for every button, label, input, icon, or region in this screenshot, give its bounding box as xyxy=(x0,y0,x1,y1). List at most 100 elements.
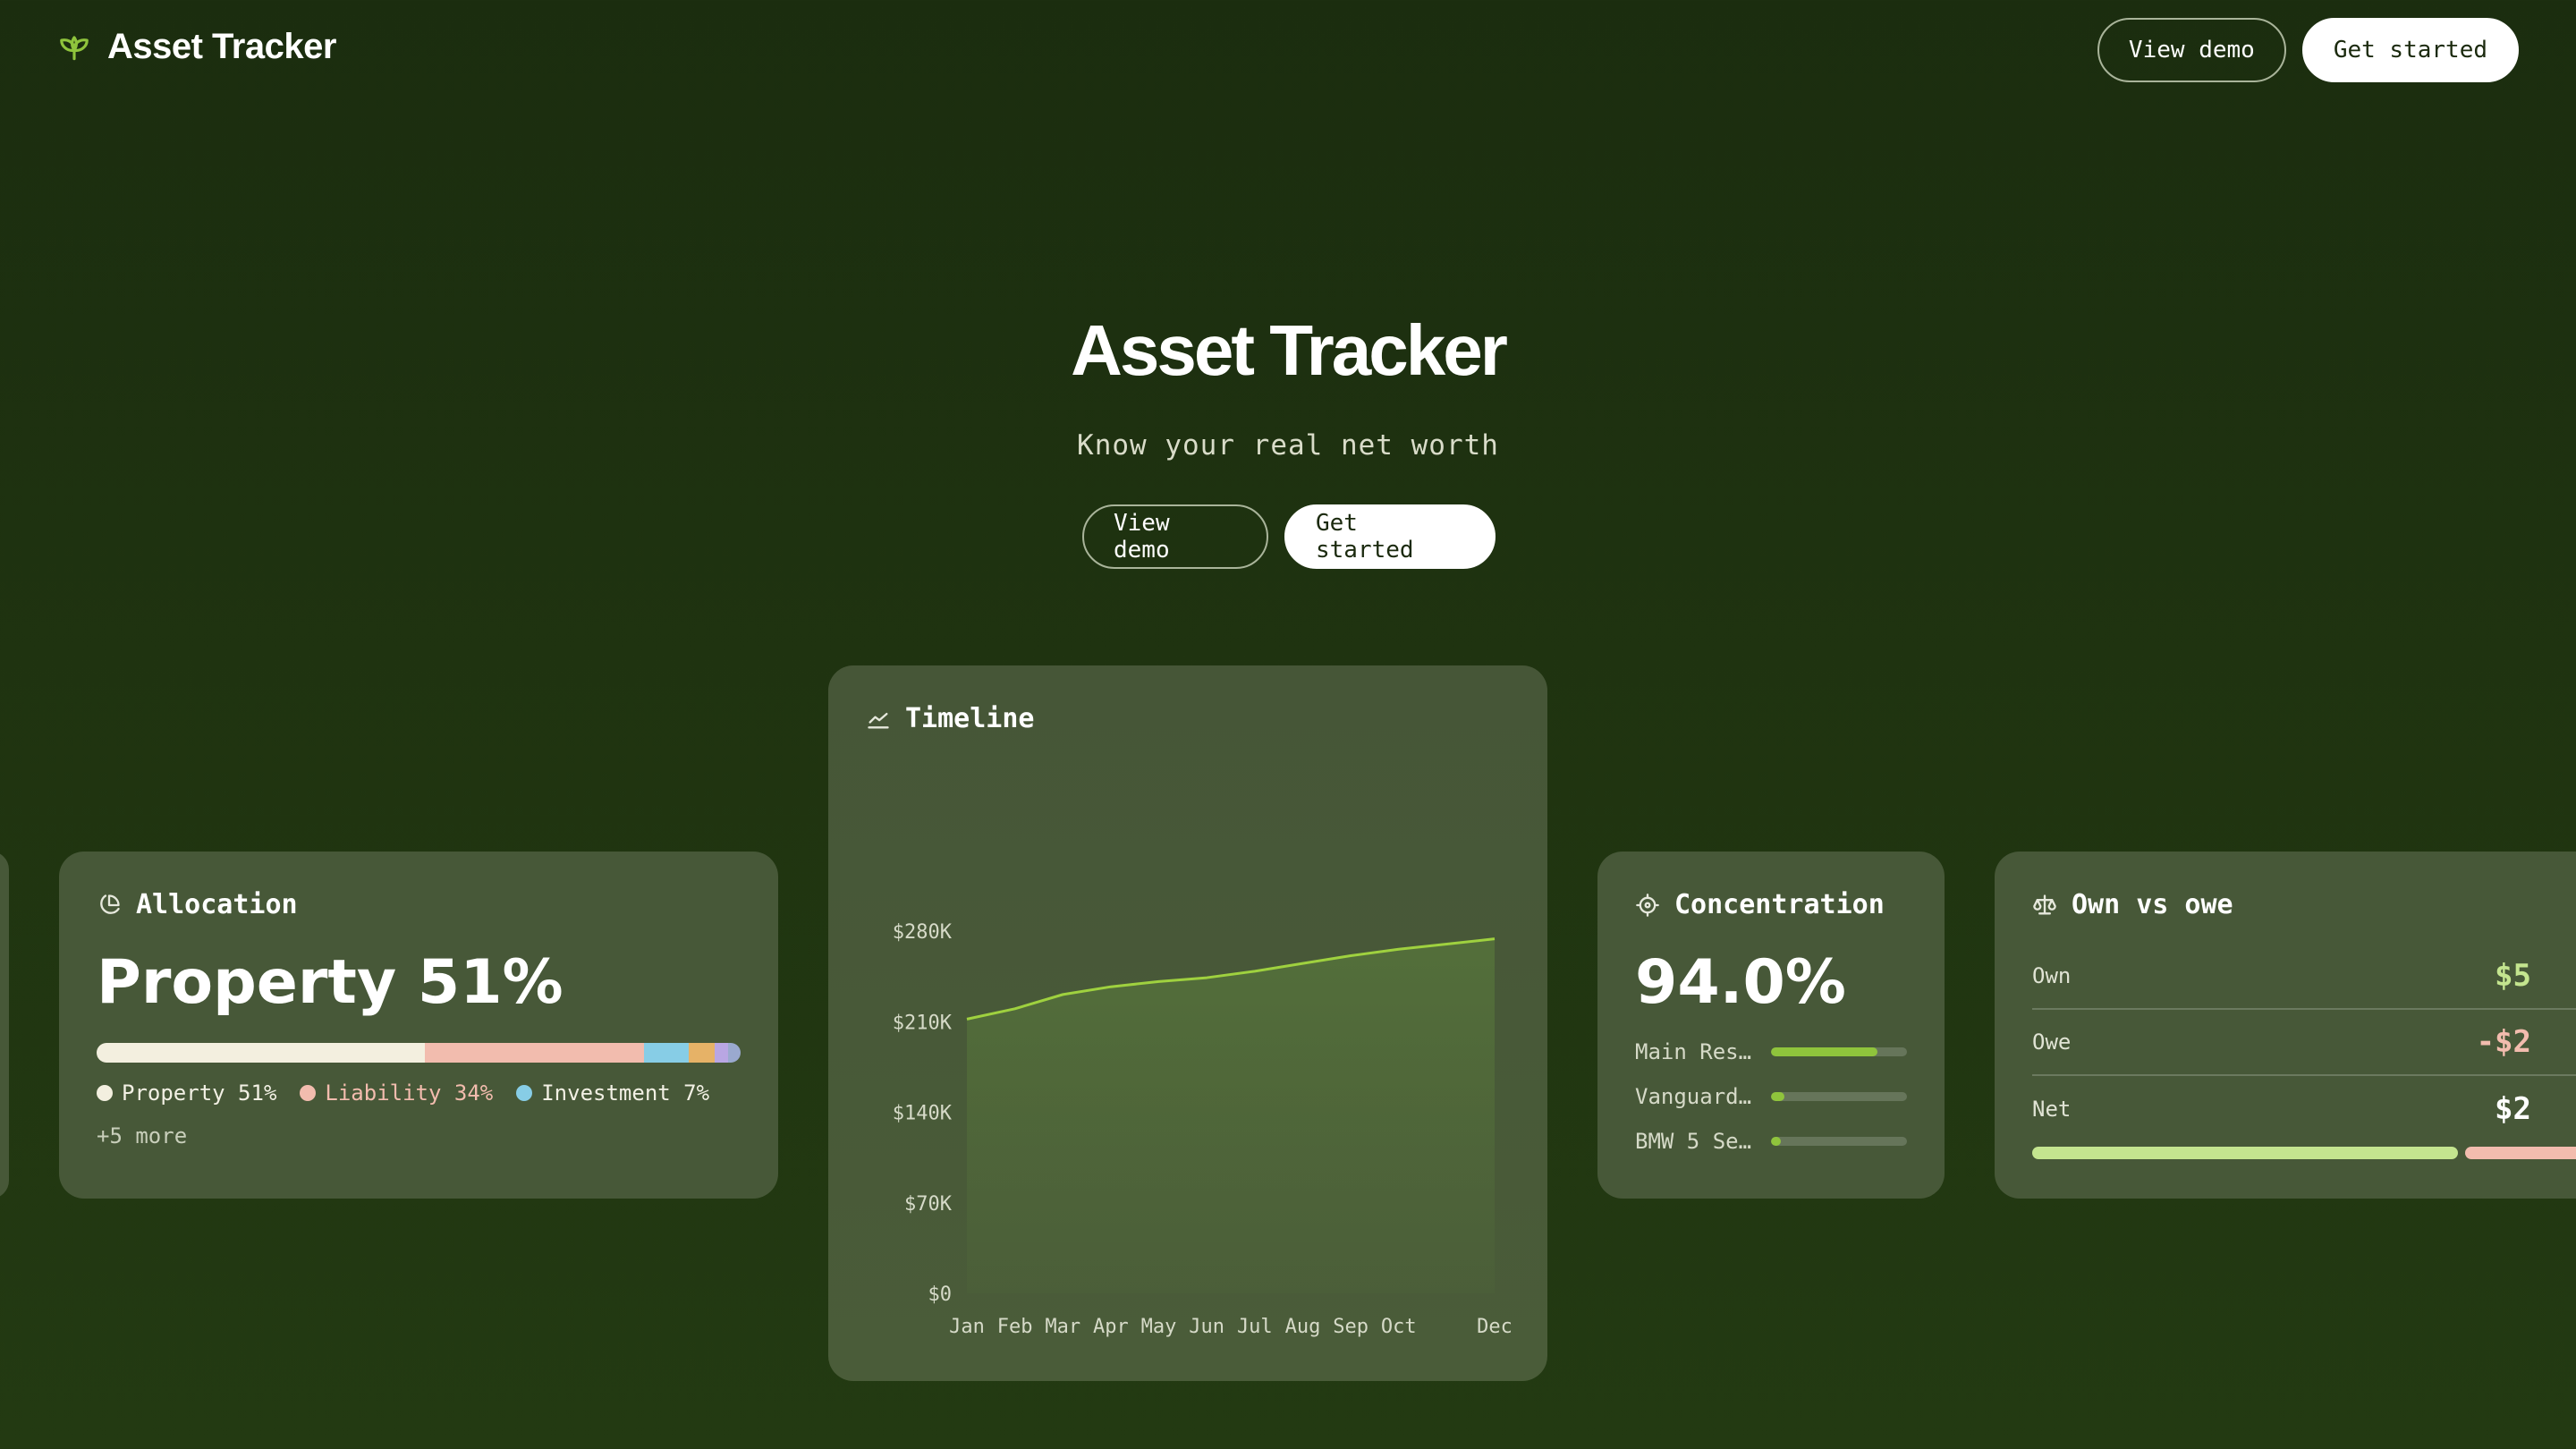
allocation-headline: Property 51% xyxy=(97,947,564,1018)
y-tick-label: $210K xyxy=(893,1012,953,1034)
nav-get-started-button[interactable]: Get started xyxy=(2301,18,2519,82)
brand[interactable]: Asset Tracker xyxy=(57,27,336,67)
own-vs-owe-row: Own $5 xyxy=(2032,944,2576,1010)
legend-item: Liability 34% xyxy=(300,1080,493,1106)
allocation-segment xyxy=(97,1043,426,1063)
x-tick-label: Dec xyxy=(1477,1316,1513,1338)
data-point[interactable] xyxy=(1205,976,1208,979)
allocation-segment xyxy=(715,1043,728,1063)
allocation-title: Allocation xyxy=(136,889,298,920)
offscreen-card-left[interactable] xyxy=(0,852,9,1199)
data-point[interactable] xyxy=(1349,953,1352,957)
own-vs-owe-row-value: -$2 xyxy=(2476,1024,2531,1060)
x-tick-label: Jan xyxy=(949,1316,985,1338)
brand-name: Asset Tracker xyxy=(107,27,336,66)
data-point[interactable] xyxy=(1253,970,1257,973)
data-point[interactable] xyxy=(1397,947,1401,951)
series-area xyxy=(967,938,1495,1293)
x-tick-label: Jun xyxy=(1189,1316,1224,1338)
x-tick-label: Mar xyxy=(1045,1316,1080,1338)
allocation-legend: Property 51% Liability 34% Investment 7% xyxy=(97,1080,741,1106)
hero-title: Asset Tracker xyxy=(1071,310,1508,390)
legend-dot xyxy=(97,1085,113,1101)
nav-view-demo-button[interactable]: View demo xyxy=(2097,18,2286,82)
data-point[interactable] xyxy=(1445,942,1448,945)
target-icon xyxy=(1636,893,1659,917)
concentration-row: Main Res… xyxy=(1635,1039,1907,1064)
header-nav: View demo Get started xyxy=(2097,18,2519,82)
own-vs-owe-row-label: Own xyxy=(2032,963,2072,988)
concentration-fill xyxy=(1771,1137,1781,1146)
owe-segment xyxy=(2465,1147,2576,1159)
concentration-header: Concentration xyxy=(1635,889,1907,920)
sprout-logo-icon xyxy=(60,35,89,60)
concentration-row: Vanguard… xyxy=(1635,1084,1907,1109)
own-vs-owe-row-label: Net xyxy=(2032,1097,2072,1122)
concentration-rows: Main Res… Vanguard… BMW 5 Se… xyxy=(1635,1039,1907,1154)
concentration-card[interactable]: Concentration 94.0% Main Res… Vanguard… BM… xyxy=(1597,852,1945,1199)
concentration-track xyxy=(1771,1092,1907,1101)
data-point[interactable] xyxy=(1157,979,1161,983)
own-vs-owe-rows: Own $5 Owe -$2 Net $2 xyxy=(2032,944,2576,1142)
x-tick-label: Sep xyxy=(1333,1316,1368,1338)
allocation-segment xyxy=(689,1043,716,1063)
own-vs-owe-row: Net $2 xyxy=(2032,1076,2576,1142)
data-point[interactable] xyxy=(1061,993,1064,996)
legend-dot xyxy=(300,1085,317,1101)
own-vs-owe-row: Owe -$2 xyxy=(2032,1010,2576,1076)
allocation-segment xyxy=(727,1043,741,1063)
timeline-chart: $0 $70K $140K $210K $280K Jan Feb Mar Apr May Jun J… xyxy=(893,921,1513,1338)
allocation-header: Allocation xyxy=(97,889,741,920)
scale-icon xyxy=(2033,894,2056,914)
concentration-row-label: Main Res… xyxy=(1635,1039,1751,1064)
concentration-fill xyxy=(1771,1047,1877,1056)
x-tick-label: Feb xyxy=(997,1316,1033,1338)
hero-view-demo-button[interactable]: View demo xyxy=(1082,504,1268,569)
own-vs-owe-row-value: $5 xyxy=(2495,958,2531,994)
own-vs-owe-row-value: $2 xyxy=(2495,1091,2531,1127)
concentration-row: BMW 5 Se… xyxy=(1635,1129,1907,1154)
own-vs-owe-row-label: Owe xyxy=(2032,1030,2072,1055)
allocation-more-link[interactable]: +5 more xyxy=(97,1123,741,1148)
x-tick-label: Jul xyxy=(1237,1316,1273,1338)
concentration-title: Concentration xyxy=(1674,889,1885,920)
own-vs-owe-title: Own vs owe xyxy=(2072,889,2233,920)
data-point[interactable] xyxy=(1301,962,1304,965)
own-vs-owe-card[interactable]: Own vs owe Own $5 Owe -$2 Net $2 xyxy=(1995,852,2576,1199)
x-tick-label: May xyxy=(1141,1316,1177,1338)
legend-item: Property 51% xyxy=(97,1080,276,1106)
data-point[interactable] xyxy=(1013,1007,1017,1011)
concentration-headline: 94.0% xyxy=(1635,947,1846,1018)
y-tick-label: $280K xyxy=(893,921,953,944)
hero-actions: View demo Get started xyxy=(1082,504,1496,569)
legend-dot xyxy=(516,1085,533,1101)
x-tick-label: Oct xyxy=(1381,1316,1417,1338)
allocation-bar xyxy=(97,1043,741,1063)
concentration-track xyxy=(1771,1137,1907,1146)
timeline-card[interactable]: Timeline $0 $70K $140K $210K $280K Jan Feb Mar A… xyxy=(828,665,1547,1381)
allocation-segment xyxy=(425,1043,644,1063)
allocation-segment xyxy=(643,1043,690,1063)
x-tick-label: Aug xyxy=(1285,1316,1321,1338)
legend-label: Liability 34% xyxy=(325,1080,494,1106)
legend-label: Investment 7% xyxy=(541,1080,710,1106)
hero-get-started-button[interactable]: Get started xyxy=(1284,504,1496,569)
hero-subtitle: Know your real net worth xyxy=(1077,429,1499,462)
concentration-row-label: Vanguard… xyxy=(1635,1084,1751,1109)
x-tick-label: Apr xyxy=(1093,1316,1129,1338)
legend-item: Investment 7% xyxy=(516,1080,709,1106)
y-tick-label: $70K xyxy=(904,1193,953,1216)
allocation-card[interactable]: Allocation Property 51% Property 51% Liab… xyxy=(59,852,778,1199)
own-segment xyxy=(2032,1147,2458,1159)
data-point[interactable] xyxy=(1109,985,1113,988)
data-point[interactable] xyxy=(1493,937,1496,941)
legend-label: Property 51% xyxy=(122,1080,277,1106)
data-point[interactable] xyxy=(965,1017,969,1021)
pie-chart-icon xyxy=(100,894,120,914)
concentration-row-label: BMW 5 Se… xyxy=(1635,1129,1751,1154)
y-tick-label: $0 xyxy=(928,1284,953,1306)
y-tick-label: $140K xyxy=(893,1103,953,1125)
own-vs-owe-header: Own vs owe xyxy=(2032,889,2576,920)
concentration-track xyxy=(1771,1047,1907,1056)
concentration-fill xyxy=(1771,1092,1785,1101)
